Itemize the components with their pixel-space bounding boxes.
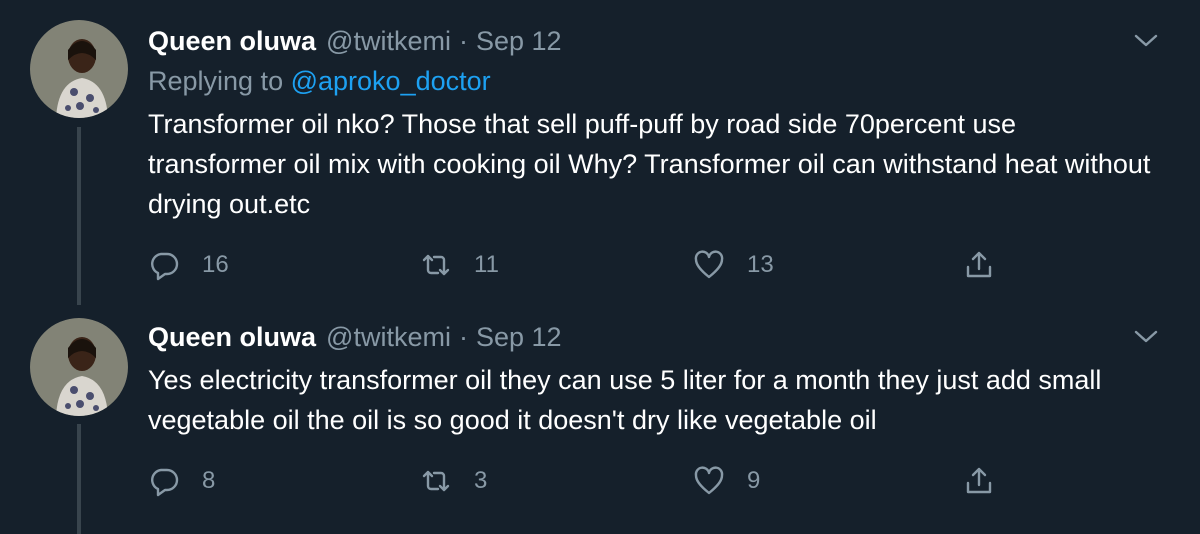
heart-icon [694,250,724,279]
reply-button[interactable]: 16 [148,245,229,285]
replying-to-line: Replying to @aproko_doctor [148,61,1160,101]
tweet-header: Queen oluwa @twitkemi · Sep 12 [148,21,1160,61]
display-name[interactable]: Queen oluwa [148,21,316,61]
reply-button[interactable]: 8 [148,461,215,501]
retweet-count: 3 [474,467,488,494]
tweet[interactable]: Queen oluwa @twitkemi · Sep 12 Yes elect… [0,300,1200,534]
thread-connector-line [77,127,81,305]
reply-icon [151,252,179,281]
replying-to-label: Replying to [148,66,284,96]
tweet-date[interactable]: Sep 12 [476,317,562,357]
user-handle[interactable]: @twitkemi [326,317,451,357]
tweet-body: Queen oluwa @twitkemi · Sep 12 Yes elect… [148,317,1160,501]
avatar-column [30,20,128,118]
separator-dot: · [458,26,468,56]
avatar[interactable] [30,20,128,118]
tweet-actions: 8 3 9 [148,461,1160,501]
reply-icon [151,468,179,497]
retweet-count: 11 [474,251,499,278]
tweet-actions: 16 11 13 [148,245,1160,285]
chevron-down-icon[interactable] [1132,27,1160,55]
chevron-down-icon[interactable] [1132,323,1160,351]
display-name[interactable]: Queen oluwa [148,317,316,357]
mention-link[interactable]: @aproko_doctor [291,66,491,96]
retweet-button[interactable]: 11 [420,245,499,285]
like-count: 9 [747,467,761,494]
avatar[interactable] [30,318,128,416]
like-count: 13 [747,251,774,278]
separator-dot: · [458,322,468,352]
heart-icon [694,466,724,495]
retweet-button[interactable]: 3 [420,461,487,501]
user-handle[interactable]: @twitkemi [326,21,451,61]
like-button[interactable]: 13 [693,245,774,285]
tweet-body: Queen oluwa @twitkemi · Sep 12 Replying … [148,21,1160,285]
share-button[interactable] [963,461,995,501]
tweet-text: Yes electricity transformer oil they can… [148,365,1102,435]
share-button[interactable] [963,245,995,285]
tweet-text: Transformer oil nko? Those that sell puf… [148,109,1151,219]
tweet-header: Queen oluwa @twitkemi · Sep 12 [148,317,1160,357]
share-icon [966,251,992,278]
reply-count: 16 [202,251,229,278]
share-icon [966,467,992,494]
tweet[interactable]: Queen oluwa @twitkemi · Sep 12 Replying … [0,0,1200,305]
retweet-icon [422,470,450,492]
tweet-date[interactable]: Sep 12 [476,21,562,61]
like-button[interactable]: 9 [693,461,760,501]
reply-count: 8 [202,467,216,494]
thread-connector-line [77,424,81,534]
tweet-thread: Queen oluwa @twitkemi · Sep 12 Replying … [0,0,1200,534]
avatar-column [30,318,128,416]
retweet-icon [422,254,450,276]
